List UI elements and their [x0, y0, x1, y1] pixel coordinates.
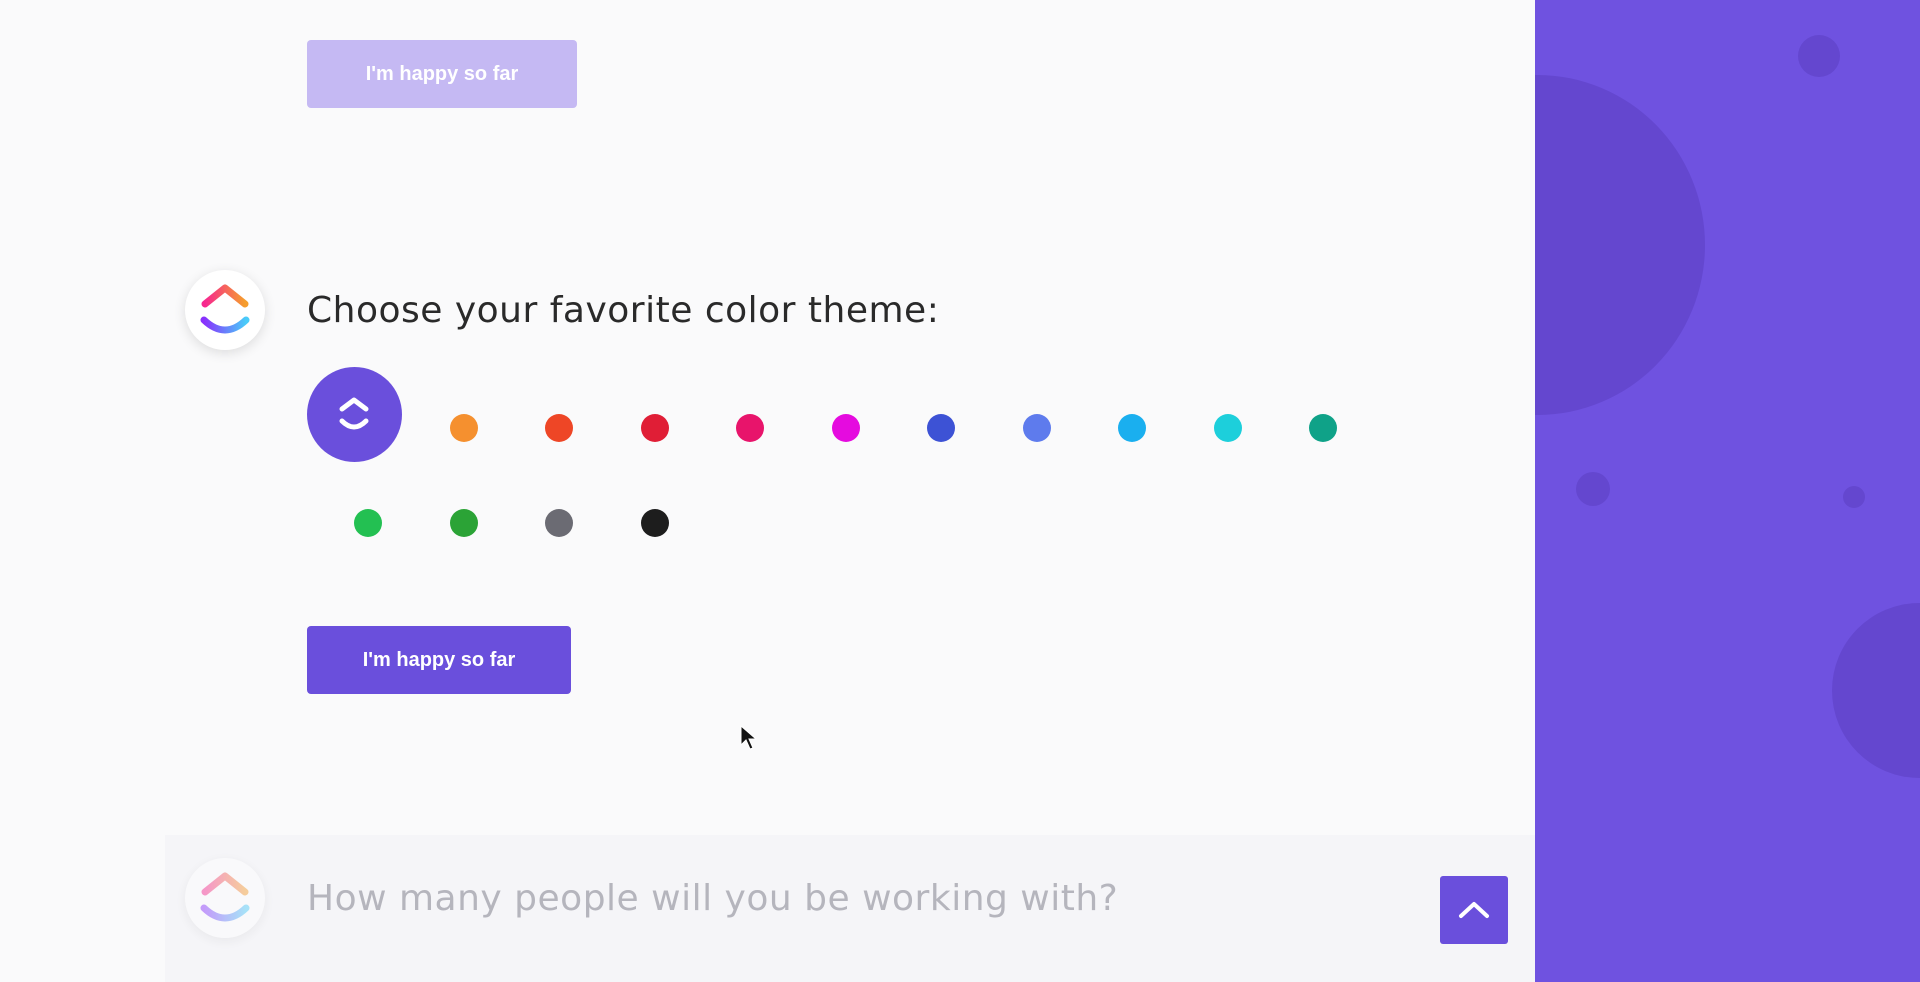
decorative-bubble — [1843, 486, 1865, 508]
decorative-bubble — [1535, 75, 1705, 415]
color-swatch-orange[interactable] — [449, 414, 478, 442]
color-swatch-teal[interactable] — [1309, 414, 1337, 442]
decorative-sidebar — [1535, 0, 1920, 982]
color-swatch-green[interactable] — [354, 509, 382, 537]
decorative-bubble — [1576, 472, 1610, 506]
happy-so-far-button[interactable]: I'm happy so far — [307, 626, 571, 694]
color-swatch-sky-blue[interactable] — [1118, 414, 1146, 442]
decorative-bubble — [1832, 603, 1920, 778]
color-swatch-periwinkle[interactable] — [1022, 414, 1051, 442]
color-swatch-pink[interactable] — [736, 414, 764, 442]
color-swatch-black[interactable] — [640, 509, 669, 537]
color-swatch-red[interactable] — [640, 414, 669, 442]
color-swatch-dark-green[interactable] — [449, 509, 478, 537]
chevron-up-icon — [1459, 902, 1489, 918]
happy-so-far-button-previous[interactable]: I'm happy so far — [307, 40, 577, 108]
clickup-logo-icon — [200, 872, 250, 922]
scroll-up-button[interactable] — [1440, 876, 1508, 944]
mouse-cursor-icon — [740, 725, 758, 750]
clickup-logo-avatar — [185, 270, 265, 350]
clickup-logo-icon — [200, 284, 250, 334]
color-swatch-magenta[interactable] — [831, 414, 860, 442]
color-swatch-royal-blue[interactable] — [927, 414, 955, 442]
color-swatch-purple-selected[interactable] — [307, 367, 402, 462]
decorative-bubble — [1798, 35, 1840, 77]
people-count-question: How many people will you be working with… — [307, 878, 1119, 919]
color-swatch-red-orange[interactable] — [545, 414, 573, 442]
clickup-logo-avatar-faded — [185, 858, 265, 938]
color-theme-question: Choose your favorite color theme: — [307, 290, 940, 331]
color-swatch-cyan[interactable] — [1213, 414, 1242, 442]
color-swatch-gray[interactable] — [545, 509, 573, 537]
clickup-logo-icon — [339, 397, 369, 430]
onboarding-form: I'm happy so far Choose your favorite co… — [0, 0, 1535, 982]
